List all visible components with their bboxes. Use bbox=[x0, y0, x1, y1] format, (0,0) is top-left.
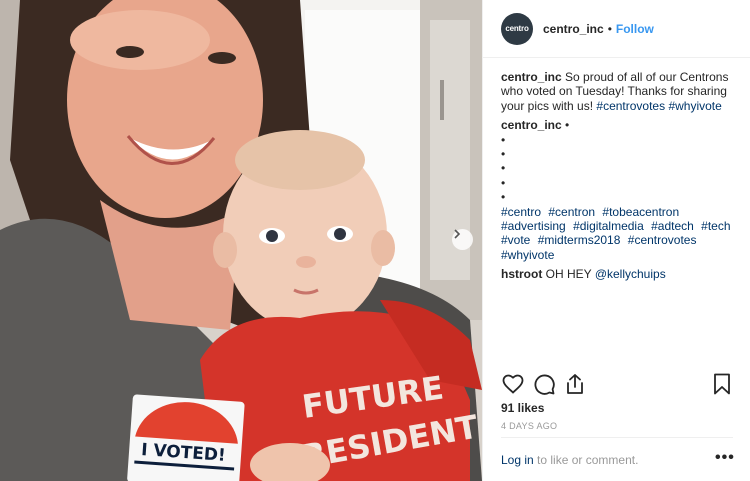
post-photo[interactable]: FUTURE PRESIDENT I VOTED! bbox=[0, 0, 482, 481]
hashtag-link[interactable]: #centron bbox=[548, 205, 595, 219]
chevron-right-icon bbox=[454, 229, 461, 239]
avatar-text: centro bbox=[505, 24, 529, 33]
heart-icon[interactable] bbox=[501, 372, 525, 396]
hashtag-link[interactable]: #adtech bbox=[651, 219, 694, 233]
bullet: • bbox=[501, 175, 506, 190]
more-options-button[interactable]: ••• bbox=[715, 449, 735, 467]
share-icon[interactable] bbox=[563, 372, 587, 396]
bullet: • bbox=[501, 132, 506, 147]
post-date[interactable]: 4 DAYS AGO bbox=[501, 421, 557, 431]
login-prompt: Log in to like or comment. bbox=[501, 453, 638, 467]
post-details-panel: centro centro_inc • Follow centro_inc So… bbox=[482, 0, 750, 481]
hashtag-link[interactable]: #midterms2018 bbox=[538, 233, 621, 247]
avatar[interactable]: centro bbox=[501, 12, 533, 45]
header-username[interactable]: centro_inc bbox=[543, 22, 604, 36]
divider bbox=[501, 437, 733, 438]
caption-username[interactable]: centro_inc bbox=[501, 70, 562, 84]
i-voted-sticker: I VOTED! bbox=[127, 394, 245, 481]
comment-username[interactable]: centro_inc bbox=[501, 118, 562, 132]
comment: hstroot OH HEY @kellychuips bbox=[501, 267, 741, 281]
hashtag-link[interactable]: #tech bbox=[701, 219, 730, 233]
bullet: • bbox=[501, 190, 506, 205]
follow-button[interactable]: Follow bbox=[616, 22, 654, 36]
hashtag-link[interactable]: #digitalmedia bbox=[573, 219, 644, 233]
hashtag-link[interactable]: #centrovotes bbox=[596, 99, 665, 113]
hashtag-link[interactable]: #centrovotes bbox=[628, 233, 697, 247]
bookmark-icon[interactable] bbox=[710, 372, 734, 396]
comment-text: OH HEY bbox=[545, 267, 592, 282]
caption: centro_inc So proud of all of our Centro… bbox=[501, 70, 741, 113]
comment-username[interactable]: hstroot bbox=[501, 267, 542, 281]
next-photo-button[interactable] bbox=[452, 229, 473, 250]
bullet: • bbox=[565, 118, 570, 133]
comment-icon[interactable] bbox=[532, 372, 556, 396]
hashtag-link[interactable]: #whyivote bbox=[668, 99, 721, 113]
login-text: to like or comment. bbox=[537, 453, 639, 467]
hashtag-link[interactable]: #whyivote bbox=[501, 248, 554, 262]
hashtag-list: #centro #centron #tobeacentron #advertis… bbox=[501, 205, 741, 263]
post-header: centro centro_inc • Follow bbox=[483, 0, 750, 58]
mention-link[interactable]: @kellychuips bbox=[595, 267, 666, 281]
like-count[interactable]: 91 likes bbox=[501, 401, 544, 415]
hashtag-link[interactable]: #tobeacentron bbox=[602, 205, 679, 219]
login-link[interactable]: Log in bbox=[501, 453, 534, 467]
separator-dot: • bbox=[607, 21, 612, 36]
hashtag-link[interactable]: #vote bbox=[501, 233, 530, 247]
comments-list: centro_inc So proud of all of our Centro… bbox=[501, 70, 741, 282]
comment: centro_inc • • • • • • #centro #centron … bbox=[501, 118, 741, 262]
post-photo-illustration: FUTURE PRESIDENT I VOTED! bbox=[0, 0, 482, 481]
hashtag-link[interactable]: #centro bbox=[501, 205, 541, 219]
action-bar bbox=[501, 372, 733, 398]
hashtag-link[interactable]: #advertising bbox=[501, 219, 566, 233]
bullet: • bbox=[501, 147, 506, 162]
bullet: • bbox=[501, 161, 506, 176]
